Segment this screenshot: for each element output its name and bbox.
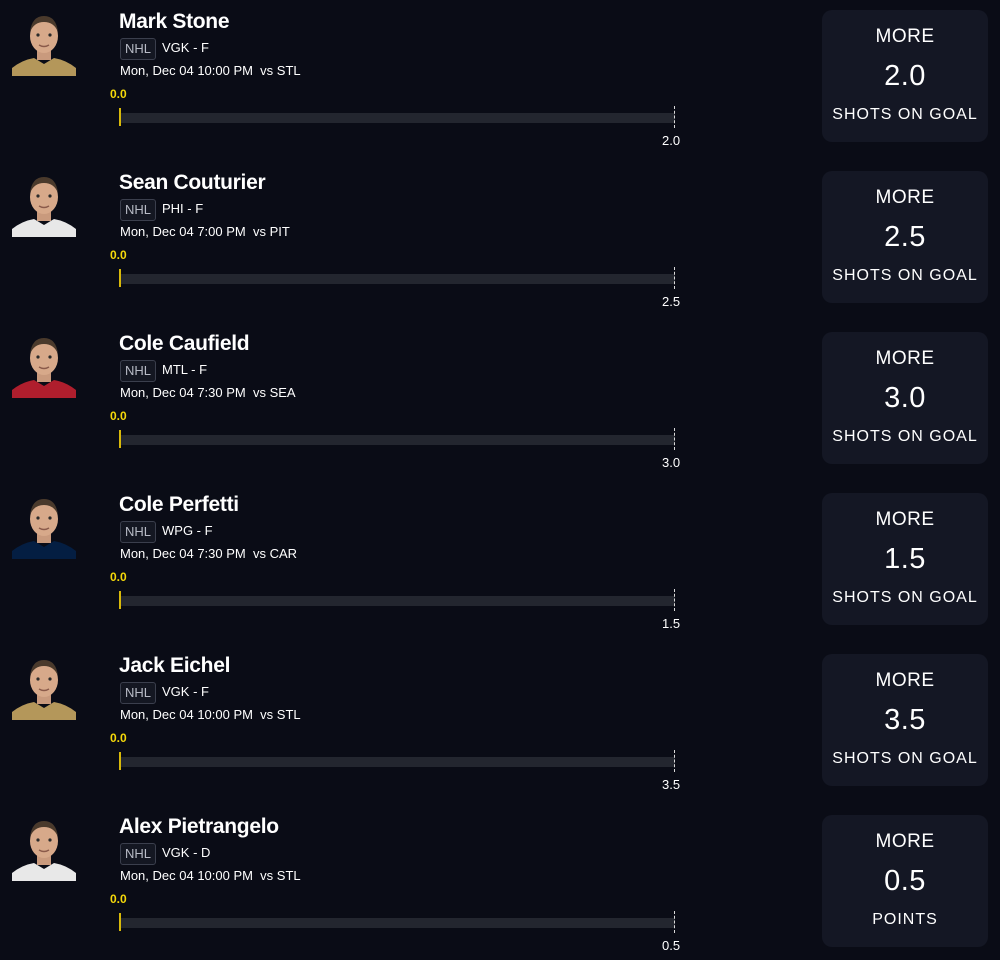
pick-direction: MORE [875, 26, 935, 47]
league-badge: NHL [120, 521, 157, 543]
current-stat-value: 0.0 [110, 731, 127, 745]
team-position: VGK - D [162, 845, 211, 860]
more-pick-button[interactable]: MORE 1.5 SHOTS ON GOAL [822, 493, 988, 625]
projection-line-value: 2.0 [884, 60, 926, 92]
current-stat-value: 0.0 [110, 892, 127, 906]
progress-track [120, 757, 675, 767]
stat-type: SHOTS ON GOAL [832, 750, 978, 767]
pick-direction: MORE [875, 509, 935, 530]
stat-type: SHOTS ON GOAL [832, 267, 978, 284]
player-headshot-icon [10, 648, 78, 720]
projection-row: Cole Caufield NHL MTL - F Mon, Dec 04 7:… [0, 322, 1000, 483]
player-name[interactable]: Alex Pietrangelo [119, 815, 279, 839]
pick-direction: MORE [875, 670, 935, 691]
player-name[interactable]: Cole Caufield [119, 332, 250, 356]
current-stat-value: 0.0 [110, 248, 127, 262]
projection-line-value: 3.0 [884, 382, 926, 414]
line-marker-label: 3.5 [662, 777, 681, 792]
more-pick-button[interactable]: MORE 3.5 SHOTS ON GOAL [822, 654, 988, 786]
projection-list: Mark Stone NHL VGK - F Mon, Dec 04 10:00… [0, 0, 1000, 960]
line-marker [674, 589, 675, 611]
pick-direction: MORE [875, 348, 935, 369]
progress-track [120, 113, 675, 123]
line-marker-label: 2.0 [662, 133, 681, 148]
line-marker-label: 3.0 [662, 455, 681, 470]
stat-type: SHOTS ON GOAL [832, 428, 978, 445]
team-position: PHI - F [162, 201, 204, 216]
pick-direction: MORE [875, 831, 935, 852]
projection-line-value: 1.5 [884, 543, 926, 575]
projection-line-value: 0.5 [884, 865, 926, 897]
team-position: MTL - F [162, 362, 208, 377]
player-name[interactable]: Cole Perfetti [119, 493, 239, 517]
team-position: VGK - F [162, 684, 209, 699]
projection-line-value: 3.5 [884, 704, 926, 736]
line-marker [674, 750, 675, 772]
game-time: Mon, Dec 04 7:00 PM vs PIT [120, 224, 290, 239]
player-name[interactable]: Jack Eichel [119, 654, 230, 678]
progress-track [120, 596, 675, 606]
projection-row: Mark Stone NHL VGK - F Mon, Dec 04 10:00… [0, 0, 1000, 161]
current-stat-value: 0.0 [110, 570, 127, 584]
projection-row: Alex Pietrangelo NHL VGK - D Mon, Dec 04… [0, 805, 1000, 960]
progress-track [120, 435, 675, 445]
line-marker [674, 911, 675, 933]
stat-type: SHOTS ON GOAL [832, 589, 978, 606]
player-headshot-icon [10, 487, 78, 559]
more-pick-button[interactable]: MORE 3.0 SHOTS ON GOAL [822, 332, 988, 464]
team-position: VGK - F [162, 40, 209, 55]
line-marker-label: 2.5 [662, 294, 681, 309]
progress-start-marker [119, 913, 121, 931]
more-pick-button[interactable]: MORE 2.5 SHOTS ON GOAL [822, 171, 988, 303]
line-marker-label: 0.5 [662, 938, 681, 953]
game-time: Mon, Dec 04 10:00 PM vs STL [120, 707, 301, 722]
more-pick-button[interactable]: MORE 0.5 POINTS [822, 815, 988, 947]
progress-start-marker [119, 108, 121, 126]
line-marker [674, 106, 675, 128]
game-time: Mon, Dec 04 10:00 PM vs STL [120, 868, 301, 883]
league-badge: NHL [120, 38, 157, 60]
stat-type: SHOTS ON GOAL [832, 106, 978, 123]
line-marker-label: 1.5 [662, 616, 681, 631]
league-badge: NHL [120, 360, 157, 382]
player-headshot-icon [10, 165, 78, 237]
player-headshot-icon [10, 326, 78, 398]
line-marker [674, 267, 675, 289]
progress-start-marker [119, 269, 121, 287]
player-name[interactable]: Sean Couturier [119, 171, 266, 195]
league-badge: NHL [120, 682, 157, 704]
pick-direction: MORE [875, 187, 935, 208]
progress-track [120, 918, 675, 928]
player-headshot-icon [10, 4, 78, 76]
progress-start-marker [119, 752, 121, 770]
player-headshot-icon [10, 809, 78, 881]
more-pick-button[interactable]: MORE 2.0 SHOTS ON GOAL [822, 10, 988, 142]
projection-row: Sean Couturier NHL PHI - F Mon, Dec 04 7… [0, 161, 1000, 322]
projection-row: Jack Eichel NHL VGK - F Mon, Dec 04 10:0… [0, 644, 1000, 805]
team-position: WPG - F [162, 523, 213, 538]
progress-track [120, 274, 675, 284]
current-stat-value: 0.0 [110, 409, 127, 423]
stat-type: POINTS [872, 911, 938, 928]
line-marker [674, 428, 675, 450]
projection-row: Cole Perfetti NHL WPG - F Mon, Dec 04 7:… [0, 483, 1000, 644]
game-time: Mon, Dec 04 7:30 PM vs CAR [120, 546, 298, 561]
player-name[interactable]: Mark Stone [119, 10, 230, 34]
league-badge: NHL [120, 199, 157, 221]
projection-line-value: 2.5 [884, 221, 926, 253]
current-stat-value: 0.0 [110, 87, 127, 101]
progress-start-marker [119, 430, 121, 448]
game-time: Mon, Dec 04 10:00 PM vs STL [120, 63, 301, 78]
league-badge: NHL [120, 843, 157, 865]
game-time: Mon, Dec 04 7:30 PM vs SEA [120, 385, 296, 400]
progress-start-marker [119, 591, 121, 609]
